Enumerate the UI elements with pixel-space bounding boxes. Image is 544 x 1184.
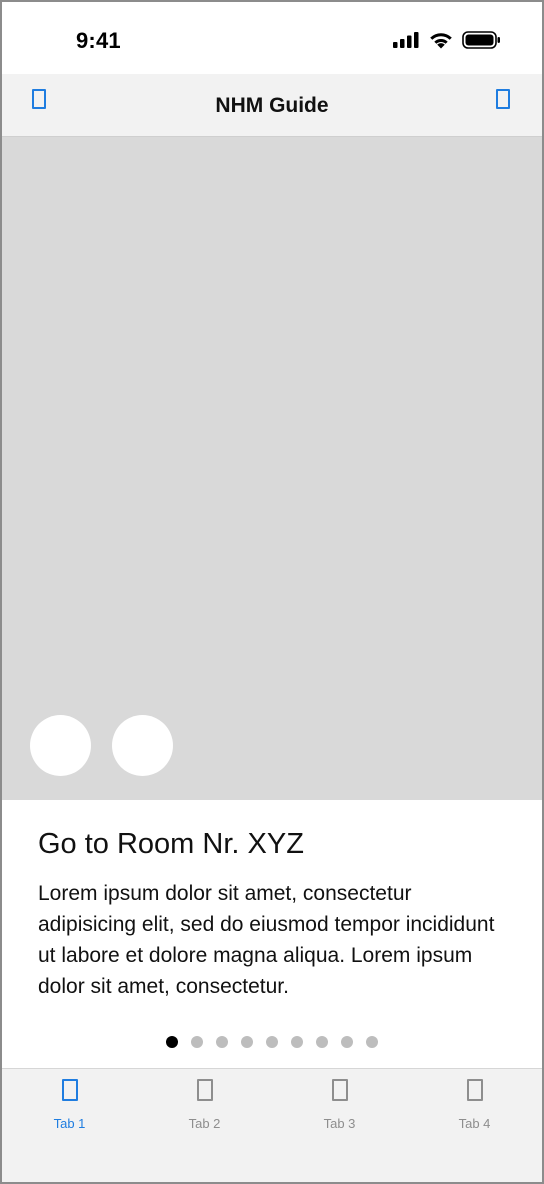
page-dot[interactable]	[341, 1036, 353, 1048]
tab-label: Tab 3	[323, 1116, 356, 1131]
tab-label: Tab 2	[188, 1116, 221, 1131]
placeholder-icon	[196, 1079, 213, 1101]
tab-3[interactable]: Tab 3	[272, 1069, 407, 1182]
page-dot[interactable]	[291, 1036, 303, 1048]
page-dot[interactable]	[191, 1036, 203, 1048]
placeholder-icon	[331, 1079, 348, 1101]
navigation-bar: NHM Guide	[2, 74, 542, 137]
phone-screen: 9:41 NHM Guide Go to Room Nr. XYZ Lorem …	[0, 0, 544, 1184]
circle-button-2[interactable]	[112, 715, 173, 776]
tab-bar: Tab 1 Tab 2 Tab 3 Tab 4	[2, 1068, 542, 1182]
tab-1[interactable]: Tab 1	[2, 1069, 137, 1182]
page-dot[interactable]	[366, 1036, 378, 1048]
status-time: 9:41	[76, 28, 121, 53]
placeholder-icon	[466, 1079, 483, 1101]
placeholder-icon	[61, 1079, 78, 1101]
cellular-signal-icon	[393, 32, 419, 48]
page-dot[interactable]	[241, 1036, 253, 1048]
tab-4[interactable]: Tab 4	[407, 1069, 542, 1182]
battery-icon	[462, 31, 500, 49]
page-dot[interactable]	[266, 1036, 278, 1048]
page-dot[interactable]	[166, 1036, 178, 1048]
tab-2[interactable]: Tab 2	[137, 1069, 272, 1182]
tab-label: Tab 1	[53, 1116, 86, 1131]
tab-label: Tab 4	[458, 1116, 491, 1131]
content-body: Lorem ipsum dolor sit amet, consectetur …	[38, 882, 495, 998]
page-dot[interactable]	[216, 1036, 228, 1048]
content-title: Go to Room Nr. XYZ	[38, 828, 304, 860]
image-placeholder	[2, 137, 542, 800]
page-dot[interactable]	[316, 1036, 328, 1048]
status-icons	[392, 30, 502, 50]
placeholder-icon	[496, 89, 510, 109]
circle-button-1[interactable]	[30, 715, 91, 776]
wifi-icon	[430, 32, 452, 48]
page-indicator[interactable]	[166, 1036, 378, 1048]
page-title: NHM Guide	[215, 94, 329, 117]
nav-right-button[interactable]	[490, 86, 516, 112]
status-bar: 9:41	[2, 2, 542, 74]
